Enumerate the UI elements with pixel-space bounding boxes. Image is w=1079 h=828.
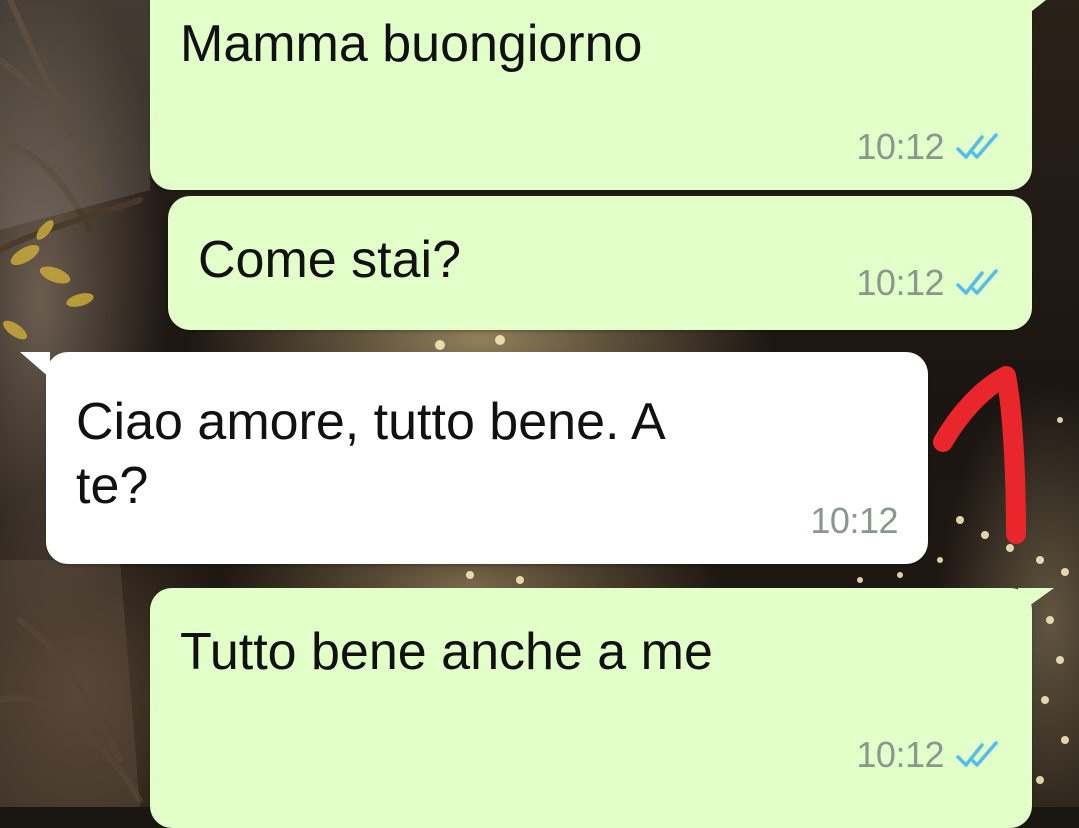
message-meta: 10:12 [810, 500, 898, 542]
double-check-read-icon [956, 269, 998, 295]
message-meta: 10:12 [856, 734, 1002, 776]
message-bubble-outgoing[interactable]: Come stai? 10:12 [168, 196, 1032, 330]
message-time: 10:12 [856, 734, 944, 775]
handwritten-annotation-mark [933, 366, 1026, 544]
message-meta: 10:12 [856, 262, 1002, 304]
message-bubble-incoming[interactable]: Ciao amore, tutto bene. A te? 10:12 [46, 352, 928, 564]
double-check-read-icon [956, 133, 998, 159]
message-time: 10:12 [856, 126, 944, 167]
bubble-tail [1018, 0, 1046, 22]
bubble-tail [20, 352, 50, 378]
message-text: Ciao amore, tutto bene. A te? [76, 393, 666, 515]
message-time: 10:12 [856, 262, 944, 303]
message-time: 10:12 [810, 500, 898, 541]
double-check-read-icon [956, 741, 998, 767]
message-text: Come stai? [198, 231, 461, 289]
message-bubble-outgoing[interactable]: Mamma buongiorno 10:12 [150, 0, 1032, 190]
bubble-tail [1018, 588, 1054, 614]
message-bubble-outgoing[interactable]: Tutto bene anche a me 10:12 [150, 588, 1032, 828]
message-meta: 10:12 [856, 126, 1002, 168]
message-text: Mamma buongiorno [180, 15, 643, 73]
message-text: Tutto bene anche a me [180, 623, 713, 681]
